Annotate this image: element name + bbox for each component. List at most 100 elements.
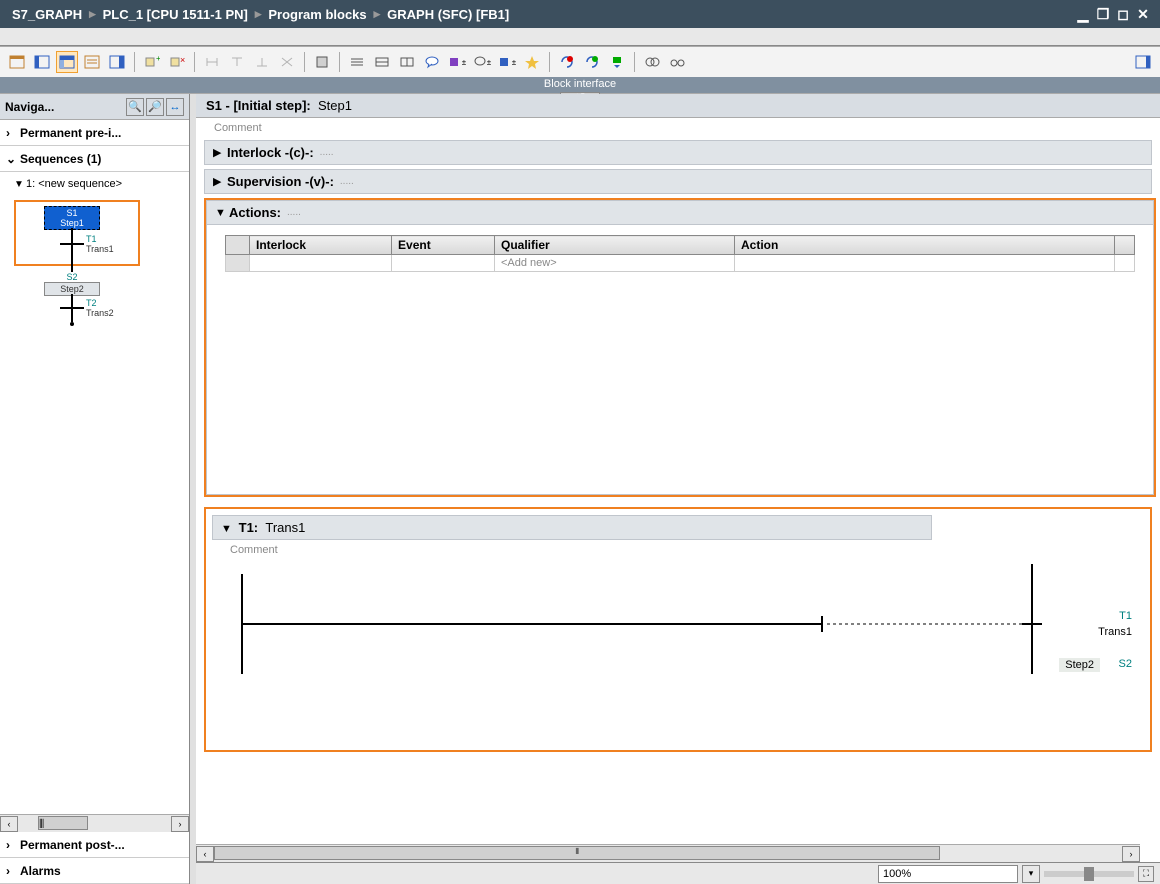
toolbar-separator	[304, 52, 305, 72]
actions-table: Interlock Event Qualifier Action <Add ne…	[225, 235, 1135, 272]
sfc-t2-id: T2	[86, 298, 114, 308]
tb-view2-icon[interactable]	[31, 51, 53, 73]
tb-branch3-icon[interactable]	[251, 51, 273, 73]
sfc-step-s1[interactable]: S1 Step1	[44, 206, 100, 230]
table-row[interactable]: <Add new>	[226, 255, 1135, 272]
transition-header[interactable]: ▼ T1: Trans1	[212, 515, 932, 540]
tb-insert-step-icon[interactable]: +	[141, 51, 163, 73]
th-action[interactable]: Action	[735, 236, 1115, 255]
block-interface-label: Block interface	[544, 78, 616, 90]
toolbar-separator	[549, 52, 550, 72]
tb-view1-icon[interactable]	[6, 51, 28, 73]
tb-list1-icon[interactable]	[346, 51, 368, 73]
tb-goto2-icon[interactable]	[581, 51, 603, 73]
navigation-panel: Naviga... 🔍 🔎 ↔ › Permanent pre-i... ⌄ S…	[0, 94, 190, 884]
th-rownum	[226, 236, 250, 255]
tb-branch4-icon[interactable]	[276, 51, 298, 73]
triangle-down-icon: ▼	[215, 207, 229, 219]
minimize-icon[interactable]: ▁	[1074, 5, 1092, 23]
triangle-down-icon: ▼	[221, 523, 235, 535]
scroll-thumb[interactable]: ⦀	[214, 846, 940, 860]
tb-monitor-icon[interactable]	[641, 51, 663, 73]
tb-star-icon[interactable]	[521, 51, 543, 73]
tb-list3-icon[interactable]	[396, 51, 418, 73]
scroll-left-icon[interactable]: ‹	[0, 816, 18, 832]
tb-tag3-icon[interactable]: ±	[496, 51, 518, 73]
nav-sequence-1[interactable]: ▼ 1: <new sequence>	[0, 172, 189, 196]
nav-permanent-post[interactable]: › Permanent post-...	[0, 832, 189, 858]
chevron-right-icon: ›	[6, 126, 20, 140]
chevron-right-icon: ›	[6, 864, 20, 878]
editor-panel: S1 - [Initial step]: Step1 Comment ▶ Int…	[196, 94, 1160, 884]
nav-permanent-pre[interactable]: › Permanent pre-i...	[0, 120, 189, 146]
zoom-slider[interactable]	[1044, 871, 1134, 877]
tb-comment-icon[interactable]	[421, 51, 443, 73]
tb-branch1-icon[interactable]	[201, 51, 223, 73]
scroll-left-icon[interactable]: ‹	[196, 846, 214, 862]
tb-goto1-icon[interactable]	[556, 51, 578, 73]
nav-alarms[interactable]: › Alarms	[0, 858, 189, 884]
breadcrumb-2[interactable]: Program blocks	[268, 7, 366, 22]
zoom-slider-thumb[interactable]	[1084, 867, 1094, 881]
supervision-section[interactable]: ▶ Supervision -(v)-: .....	[204, 169, 1152, 194]
ladder-s2-name[interactable]: Step2	[1059, 658, 1100, 672]
scroll-right-icon[interactable]: ›	[1122, 846, 1140, 862]
trans-comment[interactable]: Comment	[212, 540, 1144, 560]
actions-label: Actions:	[229, 205, 281, 220]
add-new-cell[interactable]: <Add new>	[495, 255, 735, 272]
tb-branch2-icon[interactable]	[226, 51, 248, 73]
nav-seq1-label: 1: <new sequence>	[26, 178, 122, 190]
zoom-expand-icon[interactable]: ⛶	[1138, 866, 1154, 882]
breadcrumb-3[interactable]: GRAPH (SFC) [FB1]	[387, 7, 509, 22]
maximize-icon[interactable]: ◻	[1114, 5, 1132, 23]
breadcrumb-sep: ▸	[374, 6, 381, 22]
tb-view5-icon[interactable]	[106, 51, 128, 73]
tb-list2-icon[interactable]	[371, 51, 393, 73]
scroll-right-icon[interactable]: ›	[171, 816, 189, 832]
close-icon[interactable]: ✕	[1134, 5, 1152, 23]
transition-area: ▼ T1: Trans1 Comment T1 Trans1 Step2 S2	[204, 507, 1152, 752]
chevron-right-icon: ›	[6, 838, 20, 852]
sfc-s2-id: S2	[44, 272, 100, 282]
nav-sequences[interactable]: ⌄ Sequences (1)	[0, 146, 189, 172]
fit-icon[interactable]: ↔	[166, 98, 184, 116]
actions-section[interactable]: ▼ Actions: .....	[206, 200, 1154, 225]
transition-ladder[interactable]: T1 Trans1 Step2 S2	[212, 564, 1144, 744]
interlock-section[interactable]: ▶ Interlock -(c)-: .....	[204, 140, 1152, 165]
restore-icon[interactable]: ❐	[1094, 5, 1112, 23]
block-interface-bar: Block interface ▴ ▾	[0, 77, 1160, 93]
sfc-t1-name: Trans1	[86, 244, 114, 254]
tb-glasses-icon[interactable]	[666, 51, 688, 73]
zoom-in-icon[interactable]: 🔍	[126, 98, 144, 116]
zoom-input[interactable]	[878, 865, 1018, 883]
nav-hscrollbar[interactable]: ‹ ⦀ ›	[0, 814, 189, 832]
breadcrumb-0[interactable]: S7_GRAPH	[12, 7, 82, 22]
svg-text:+: +	[156, 55, 160, 63]
supervision-label: Supervision -(v)-:	[227, 174, 334, 189]
nav-sfc-canvas[interactable]: S1 Step1 T1 Trans1 S2 Step2 T2 Trans	[0, 196, 189, 814]
tb-panel-icon[interactable]	[1132, 51, 1154, 73]
step-header: S1 - [Initial step]: Step1	[196, 94, 1160, 118]
tb-block-icon[interactable]	[311, 51, 333, 73]
chevron-down-icon: ⌄	[6, 152, 20, 166]
breadcrumb-sep: ▸	[89, 6, 96, 22]
breadcrumb-sep: ▸	[255, 6, 262, 22]
editor-hscrollbar[interactable]: ‹ ⦀ ›	[196, 844, 1140, 862]
tb-view3-icon[interactable]	[56, 51, 78, 73]
tb-tag1-icon[interactable]: ±	[446, 51, 468, 73]
tb-tag2-icon[interactable]: ±	[471, 51, 493, 73]
breadcrumb-1[interactable]: PLC_1 [CPU 1511-1 PN]	[103, 7, 248, 22]
tb-view4-icon[interactable]	[81, 51, 103, 73]
zoom-out-icon[interactable]: 🔎	[146, 98, 164, 116]
tb-download-icon[interactable]	[606, 51, 628, 73]
scroll-thumb[interactable]: ⦀	[38, 816, 88, 830]
th-event[interactable]: Event	[392, 236, 495, 255]
dots-icon: .....	[287, 207, 301, 218]
zoom-dropdown-icon[interactable]: ▾	[1022, 865, 1040, 883]
th-interlock[interactable]: Interlock	[250, 236, 392, 255]
titlebar: S7_GRAPH ▸ PLC_1 [CPU 1511-1 PN] ▸ Progr…	[0, 0, 1160, 28]
step-comment[interactable]: Comment	[196, 118, 1160, 138]
tb-delete-step-icon[interactable]: ×	[166, 51, 188, 73]
th-extra	[1115, 236, 1135, 255]
th-qualifier[interactable]: Qualifier	[495, 236, 735, 255]
